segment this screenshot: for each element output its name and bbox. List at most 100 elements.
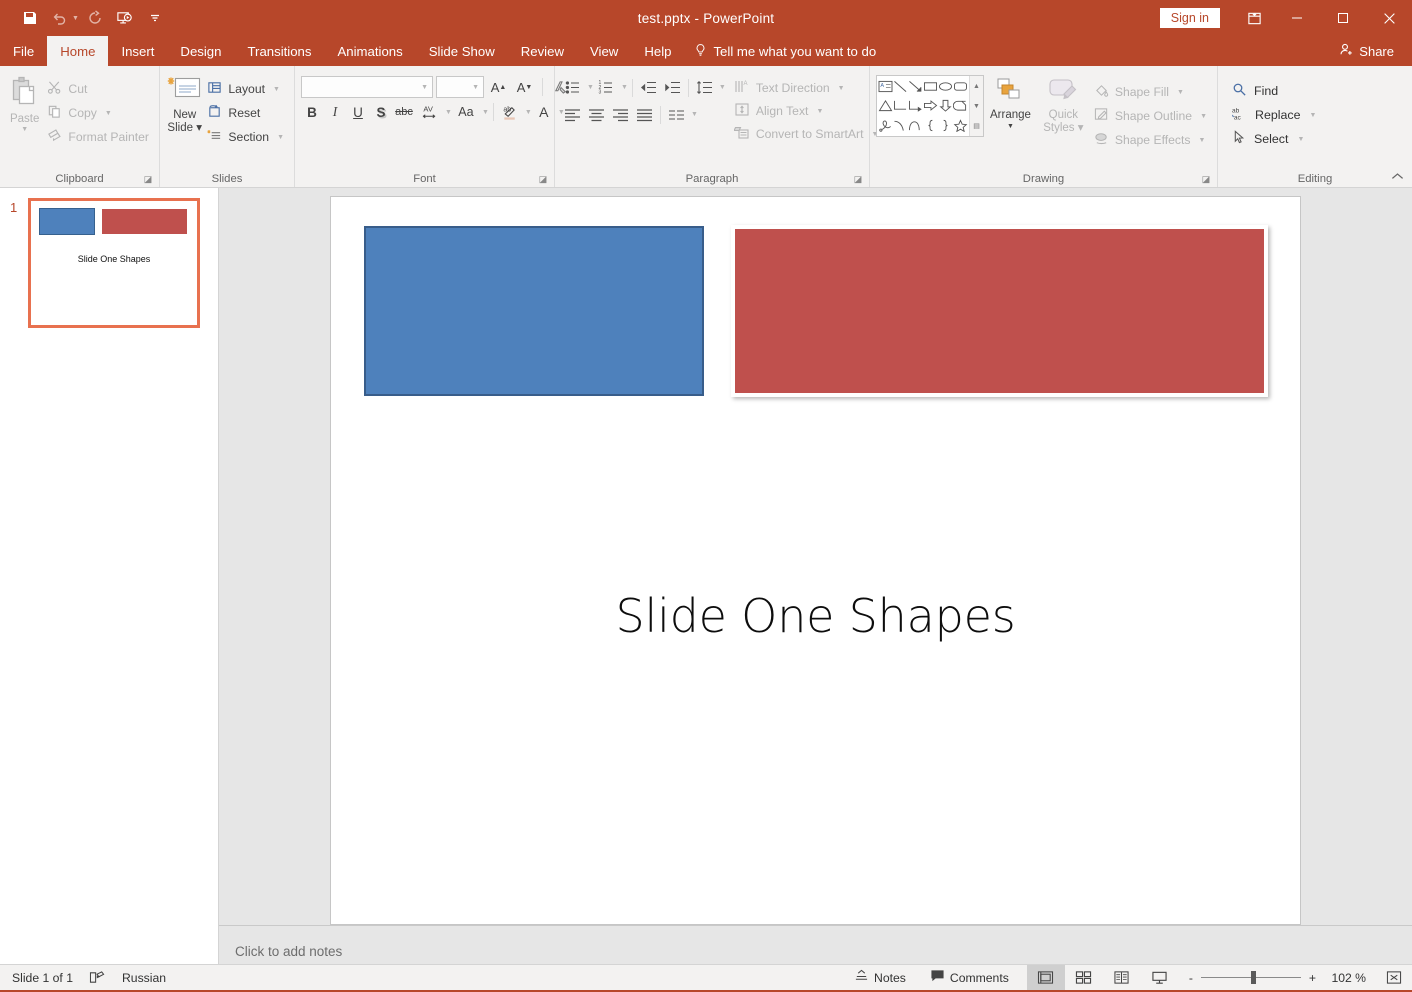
layout-button[interactable]: Layout ▼: [203, 78, 288, 100]
comments-toggle-button[interactable]: Comments: [918, 965, 1021, 990]
numbering-button[interactable]: 123: [595, 76, 618, 99]
save-icon[interactable]: [16, 5, 44, 31]
close-button[interactable]: [1366, 0, 1412, 36]
section-button[interactable]: Section ▼: [203, 126, 288, 148]
arrange-button[interactable]: Arrange ▼: [984, 75, 1037, 131]
collapse-ribbon-icon[interactable]: [1391, 172, 1404, 184]
arc-shape[interactable]: [908, 116, 923, 135]
numbering-dropdown-icon[interactable]: ▼: [621, 84, 628, 91]
left-brace-shape[interactable]: [923, 116, 938, 135]
rounded-rectangle-shape[interactable]: [953, 77, 968, 96]
fit-slide-to-window-icon[interactable]: [1376, 970, 1412, 985]
elbow-connector-shape[interactable]: [893, 96, 908, 115]
notes-toggle-button[interactable]: Notes: [842, 965, 918, 990]
arrange-dropdown-icon[interactable]: ▼: [1007, 123, 1014, 131]
decrease-indent-button[interactable]: [637, 76, 660, 99]
share-button[interactable]: Share: [1339, 36, 1412, 66]
language-label[interactable]: Russian: [122, 971, 166, 985]
font-name-combo[interactable]: ▼: [301, 76, 433, 98]
line-spacing-button[interactable]: [693, 76, 716, 99]
proofing-icon[interactable]: [89, 970, 106, 985]
align-text-dropdown-icon[interactable]: ▼: [816, 108, 823, 115]
redo-icon[interactable]: [81, 5, 109, 31]
convert-to-smartart-button[interactable]: Convert to SmartArt ▼: [730, 123, 883, 145]
zoom-out-button[interactable]: -: [1189, 971, 1193, 985]
bullets-dropdown-icon[interactable]: ▼: [587, 84, 594, 91]
slide-canvas[interactable]: Slide One Shapes: [330, 196, 1301, 925]
reset-button[interactable]: Reset: [203, 102, 288, 124]
shapes-gallery-more-icon[interactable]: ▤: [970, 116, 983, 136]
shape-fill-dropdown-icon[interactable]: ▼: [1177, 89, 1184, 96]
text-box-shape[interactable]: A: [878, 77, 893, 96]
right-arrow-shape[interactable]: [923, 96, 938, 115]
scribble-shape[interactable]: [878, 116, 893, 135]
drawing-dialog-launcher[interactable]: ◪: [1201, 175, 1211, 185]
start-from-beginning-icon[interactable]: [111, 5, 139, 31]
shapes-scroll-up-icon[interactable]: ▲: [970, 76, 983, 96]
change-case-button[interactable]: Aa: [453, 101, 479, 123]
justify-button[interactable]: [633, 103, 656, 126]
undo-icon[interactable]: [46, 5, 74, 31]
down-arrow-shape[interactable]: [938, 96, 953, 115]
triangle-shape[interactable]: [878, 96, 893, 115]
slide-thumbnail-1[interactable]: Slide One Shapes: [28, 198, 200, 328]
tab-design[interactable]: Design: [167, 36, 234, 66]
select-dropdown-icon[interactable]: ▼: [1297, 136, 1304, 143]
clipboard-dialog-launcher[interactable]: ◪: [143, 175, 153, 185]
tab-view[interactable]: View: [577, 36, 631, 66]
align-left-button[interactable]: [561, 103, 584, 126]
sign-in-button[interactable]: Sign in: [1159, 8, 1220, 28]
find-button[interactable]: Find: [1232, 80, 1316, 102]
font-size-combo[interactable]: ▼: [436, 76, 484, 98]
elbow-arrow-connector-shape[interactable]: [908, 96, 923, 115]
flowchart-shape[interactable]: [953, 96, 968, 115]
tab-insert[interactable]: Insert: [108, 36, 167, 66]
text-direction-dropdown-icon[interactable]: ▼: [838, 85, 845, 92]
slide-sorter-view-button[interactable]: [1065, 965, 1103, 990]
increase-font-size-button[interactable]: A ▲: [487, 76, 510, 98]
text-shadow-button[interactable]: S: [370, 101, 392, 123]
tab-transitions[interactable]: Transitions: [234, 36, 324, 66]
tell-me-box[interactable]: Tell me what you want to do: [684, 36, 876, 66]
undo-dropdown-icon[interactable]: ▼: [72, 15, 79, 22]
copy-button[interactable]: Copy ▼: [43, 102, 153, 124]
rectangle-shape[interactable]: [923, 77, 938, 96]
minimize-button[interactable]: [1274, 0, 1320, 36]
oval-shape[interactable]: [938, 77, 953, 96]
tab-home[interactable]: Home: [47, 36, 109, 66]
font-dialog-launcher[interactable]: ◪: [538, 175, 548, 185]
ribbon-display-options-icon[interactable]: [1234, 0, 1274, 36]
shape-effects-dropdown-icon[interactable]: ▼: [1198, 137, 1205, 144]
replace-button[interactable]: ab ac Replace ▼: [1232, 104, 1316, 126]
tab-animations[interactable]: Animations: [325, 36, 416, 66]
right-brace-shape[interactable]: [938, 116, 953, 135]
paste-button[interactable]: Paste ▼: [6, 72, 43, 133]
cut-button[interactable]: Cut: [43, 78, 153, 100]
underline-button[interactable]: U: [347, 101, 369, 123]
section-dropdown-icon[interactable]: ▼: [277, 134, 284, 141]
select-button[interactable]: Select ▼: [1232, 128, 1316, 150]
curve-shape[interactable]: [893, 116, 908, 135]
slide-show-view-button[interactable]: [1141, 965, 1179, 990]
tab-review[interactable]: Review: [508, 36, 577, 66]
customize-quick-access-toolbar-icon[interactable]: [141, 5, 169, 31]
increase-indent-button[interactable]: [661, 76, 684, 99]
slide-count-label[interactable]: Slide 1 of 1: [12, 971, 73, 985]
slide-title-text[interactable]: Slide One Shapes: [331, 589, 1300, 643]
bold-button[interactable]: B: [301, 101, 323, 123]
shape-outline-button[interactable]: Shape Outline ▼: [1090, 105, 1211, 127]
zoom-slider[interactable]: [1200, 971, 1301, 984]
font-color-button[interactable]: A: [533, 101, 555, 123]
italic-button[interactable]: I: [324, 101, 346, 123]
star-shape[interactable]: [953, 116, 968, 135]
shape-outline-dropdown-icon[interactable]: ▼: [1200, 113, 1207, 120]
columns-button[interactable]: [665, 103, 688, 126]
decrease-font-size-button[interactable]: A ▼: [513, 76, 536, 98]
font-size-dropdown-icon[interactable]: ▼: [472, 84, 479, 91]
shapes-gallery-scrollbar[interactable]: ▲ ▼ ▤: [969, 76, 983, 136]
change-case-dropdown-icon[interactable]: ▼: [482, 109, 489, 116]
blue-rectangle[interactable]: [364, 226, 704, 396]
replace-dropdown-icon[interactable]: ▼: [1309, 112, 1316, 119]
tab-file[interactable]: File: [0, 36, 47, 66]
text-highlight-color-button[interactable]: ab: [498, 101, 522, 123]
